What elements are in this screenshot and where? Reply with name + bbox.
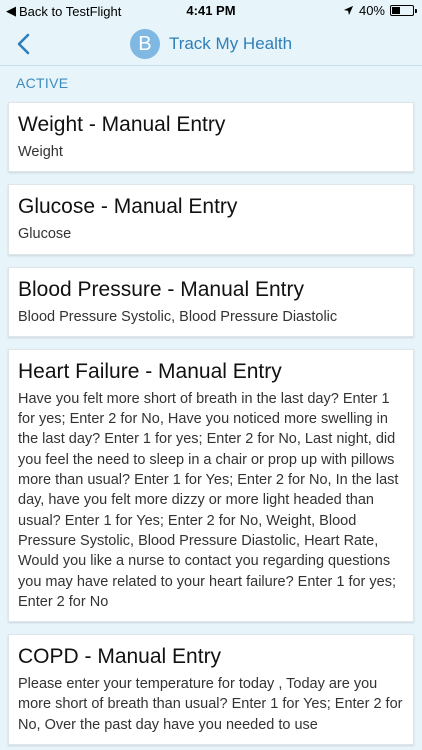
- tracker-list: Weight - Manual Entry Weight Glucose - M…: [8, 102, 414, 750]
- location-arrow-icon: [343, 5, 354, 16]
- navigation-bar: B Track My Health: [0, 22, 422, 66]
- tracker-card-copd[interactable]: COPD - Manual Entry Please enter your te…: [8, 634, 414, 746]
- card-title: COPD - Manual Entry: [18, 645, 222, 669]
- tracker-card-heart-failure[interactable]: Heart Failure - Manual Entry Have you fe…: [8, 348, 414, 623]
- battery-percent: 40%: [358, 3, 385, 18]
- tracker-card-blood-pressure[interactable]: Blood Pressure - Manual Entry Blood Pres…: [8, 266, 414, 337]
- section-header-active: ACTIVE: [16, 75, 69, 91]
- nav-title-group: B Track My Health: [0, 29, 422, 59]
- tracker-card-glucose[interactable]: Glucose - Manual Entry Glucose: [8, 184, 414, 255]
- card-description: Glucose: [18, 226, 72, 243]
- card-title: Heart Failure - Manual Entry: [18, 359, 282, 383]
- card-title: Blood Pressure - Manual Entry: [18, 277, 304, 301]
- status-bar: ◀ Back to TestFlight 4:41 PM 40%: [0, 0, 422, 22]
- page-title: Track My Health: [168, 34, 293, 53]
- status-right: 40%: [343, 3, 417, 18]
- card-title: Glucose - Manual Entry: [18, 195, 238, 219]
- card-description: Please enter your temperature for today …: [18, 676, 403, 733]
- battery-icon: [390, 5, 417, 16]
- avatar: B: [129, 29, 160, 59]
- battery-nub: [415, 9, 417, 13]
- battery-fill: [392, 7, 400, 14]
- card-title: Weight - Manual Entry: [18, 113, 226, 136]
- tracker-card-weight[interactable]: Weight - Manual Entry Weight: [8, 102, 414, 173]
- card-description: Have you felt more short of breath in th…: [18, 390, 399, 610]
- card-description: Blood Pressure Systolic, Blood Pressure …: [18, 308, 338, 325]
- card-description: Weight: [18, 144, 63, 160]
